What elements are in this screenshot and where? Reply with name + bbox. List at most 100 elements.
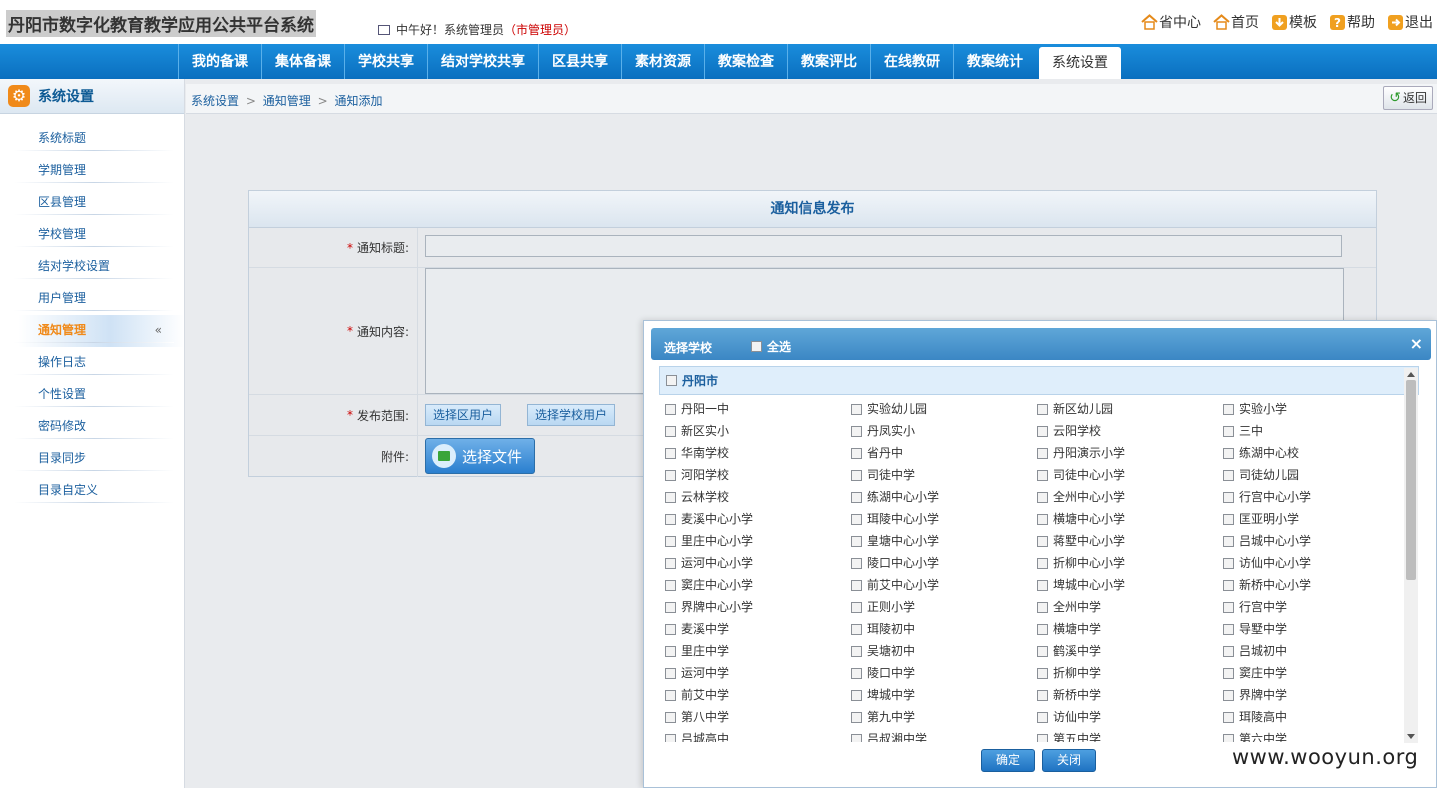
- school-checkbox[interactable]: [1223, 426, 1234, 437]
- sidebar-item-school[interactable]: 学校管理: [0, 219, 184, 251]
- school-item[interactable]: 吕城高中: [665, 728, 851, 742]
- school-checkbox[interactable]: [1037, 470, 1048, 481]
- nav-district-share[interactable]: 区县共享: [538, 44, 621, 79]
- school-checkbox[interactable]: [665, 734, 676, 742]
- school-item[interactable]: 行宫中心小学: [1223, 486, 1409, 508]
- school-item[interactable]: 横塘中学: [1037, 618, 1223, 640]
- school-item[interactable]: 练湖中心小学: [851, 486, 1037, 508]
- school-checkbox[interactable]: [1223, 492, 1234, 503]
- confirm-button[interactable]: 确定: [981, 749, 1035, 772]
- school-checkbox[interactable]: [851, 602, 862, 613]
- school-item[interactable]: 丹凤实小: [851, 420, 1037, 442]
- school-item[interactable]: 访仙中心小学: [1223, 552, 1409, 574]
- school-item[interactable]: 前艾中学: [665, 684, 851, 706]
- school-item[interactable]: 第九中学: [851, 706, 1037, 728]
- school-checkbox[interactable]: [851, 646, 862, 657]
- school-item[interactable]: 珥陵初中: [851, 618, 1037, 640]
- school-item[interactable]: 埤城中学: [851, 684, 1037, 706]
- school-item[interactable]: 麦溪中心小学: [665, 508, 851, 530]
- city-group-header[interactable]: 丹阳市: [659, 366, 1419, 395]
- school-checkbox[interactable]: [851, 492, 862, 503]
- school-checkbox[interactable]: [1037, 624, 1048, 635]
- sidebar-item-district[interactable]: 区县管理: [0, 187, 184, 219]
- nav-lesson-check[interactable]: 教案检查: [704, 44, 787, 79]
- school-item[interactable]: 折柳中学: [1037, 662, 1223, 684]
- school-checkbox[interactable]: [665, 712, 676, 723]
- nav-group-lessons[interactable]: 集体备课: [261, 44, 344, 79]
- school-checkbox[interactable]: [665, 580, 676, 591]
- school-checkbox[interactable]: [851, 404, 862, 415]
- school-checkbox[interactable]: [1037, 448, 1048, 459]
- school-checkbox[interactable]: [851, 712, 862, 723]
- school-item[interactable]: 正则小学: [851, 596, 1037, 618]
- school-item[interactable]: 云阳学校: [1037, 420, 1223, 442]
- school-item[interactable]: 麦溪中学: [665, 618, 851, 640]
- school-item[interactable]: 实验幼儿园: [851, 398, 1037, 420]
- school-item[interactable]: 访仙中学: [1037, 706, 1223, 728]
- school-checkbox[interactable]: [1223, 580, 1234, 591]
- sidebar-item-catalog-custom[interactable]: 目录自定义: [0, 475, 184, 507]
- link-home[interactable]: 首页: [1213, 12, 1259, 32]
- link-help[interactable]: ? 帮助: [1329, 12, 1375, 32]
- school-item[interactable]: 吕叔湘中学: [851, 728, 1037, 742]
- school-item[interactable]: 云林学校: [665, 486, 851, 508]
- school-item[interactable]: 里庄中学: [665, 640, 851, 662]
- school-item[interactable]: 折柳中心小学: [1037, 552, 1223, 574]
- school-item[interactable]: 行宫中学: [1223, 596, 1409, 618]
- sidebar-item-notice[interactable]: 通知管理 «: [0, 315, 184, 347]
- link-province-center[interactable]: 省中心: [1141, 12, 1201, 32]
- nav-lesson-review[interactable]: 教案评比: [787, 44, 870, 79]
- school-checkbox[interactable]: [1037, 602, 1048, 613]
- sidebar-item-log[interactable]: 操作日志: [0, 347, 184, 379]
- school-checkbox[interactable]: [665, 492, 676, 503]
- school-item[interactable]: 陵口中心小学: [851, 552, 1037, 574]
- school-checkbox[interactable]: [851, 448, 862, 459]
- school-item[interactable]: 实验小学: [1223, 398, 1409, 420]
- school-checkbox[interactable]: [851, 734, 862, 742]
- school-item[interactable]: 华南学校: [665, 442, 851, 464]
- school-item[interactable]: 前艾中心小学: [851, 574, 1037, 596]
- school-checkbox[interactable]: [1037, 690, 1048, 701]
- select-district-users-button[interactable]: 选择区用户: [425, 404, 502, 426]
- school-checkbox[interactable]: [1037, 646, 1048, 657]
- school-checkbox[interactable]: [1037, 536, 1048, 547]
- school-item[interactable]: 新桥中心小学: [1223, 574, 1409, 596]
- sidebar-item-users[interactable]: 用户管理: [0, 283, 184, 315]
- school-item[interactable]: 导墅中学: [1223, 618, 1409, 640]
- nav-my-lessons[interactable]: 我的备课: [178, 44, 261, 79]
- school-item[interactable]: 新桥中学: [1037, 684, 1223, 706]
- school-checkbox[interactable]: [851, 690, 862, 701]
- school-checkbox[interactable]: [1223, 404, 1234, 415]
- school-item[interactable]: 鹤溪中学: [1037, 640, 1223, 662]
- school-item[interactable]: 皇塘中心小学: [851, 530, 1037, 552]
- school-checkbox[interactable]: [665, 470, 676, 481]
- school-checkbox[interactable]: [1037, 492, 1048, 503]
- school-checkbox[interactable]: [851, 470, 862, 481]
- school-item[interactable]: 匡亚明小学: [1223, 508, 1409, 530]
- nav-paired-school-share[interactable]: 结对学校共享: [427, 44, 538, 79]
- sidebar-item-personal[interactable]: 个性设置: [0, 379, 184, 411]
- school-checkbox[interactable]: [851, 426, 862, 437]
- school-item[interactable]: 第六中学: [1223, 728, 1409, 742]
- nav-online-research[interactable]: 在线教研: [870, 44, 953, 79]
- school-checkbox[interactable]: [1037, 558, 1048, 569]
- select-school-users-button[interactable]: 选择学校用户: [527, 404, 616, 426]
- nav-school-share[interactable]: 学校共享: [344, 44, 427, 79]
- school-checkbox[interactable]: [1223, 646, 1234, 657]
- school-item[interactable]: 省丹中: [851, 442, 1037, 464]
- school-checkbox[interactable]: [1223, 624, 1234, 635]
- school-checkbox[interactable]: [1223, 536, 1234, 547]
- school-checkbox[interactable]: [1223, 448, 1234, 459]
- school-checkbox[interactable]: [1223, 668, 1234, 679]
- school-checkbox[interactable]: [851, 668, 862, 679]
- select-all[interactable]: 全选: [751, 338, 791, 355]
- school-checkbox[interactable]: [1223, 712, 1234, 723]
- school-checkbox[interactable]: [1037, 404, 1048, 415]
- close-icon[interactable]: ×: [1410, 334, 1423, 353]
- sidebar-item-password[interactable]: 密码修改: [0, 411, 184, 443]
- school-item[interactable]: 全州中学: [1037, 596, 1223, 618]
- school-checkbox[interactable]: [851, 580, 862, 591]
- nav-lesson-stats[interactable]: 教案统计: [953, 44, 1036, 79]
- school-checkbox[interactable]: [851, 624, 862, 635]
- school-item[interactable]: 司徒中心小学: [1037, 464, 1223, 486]
